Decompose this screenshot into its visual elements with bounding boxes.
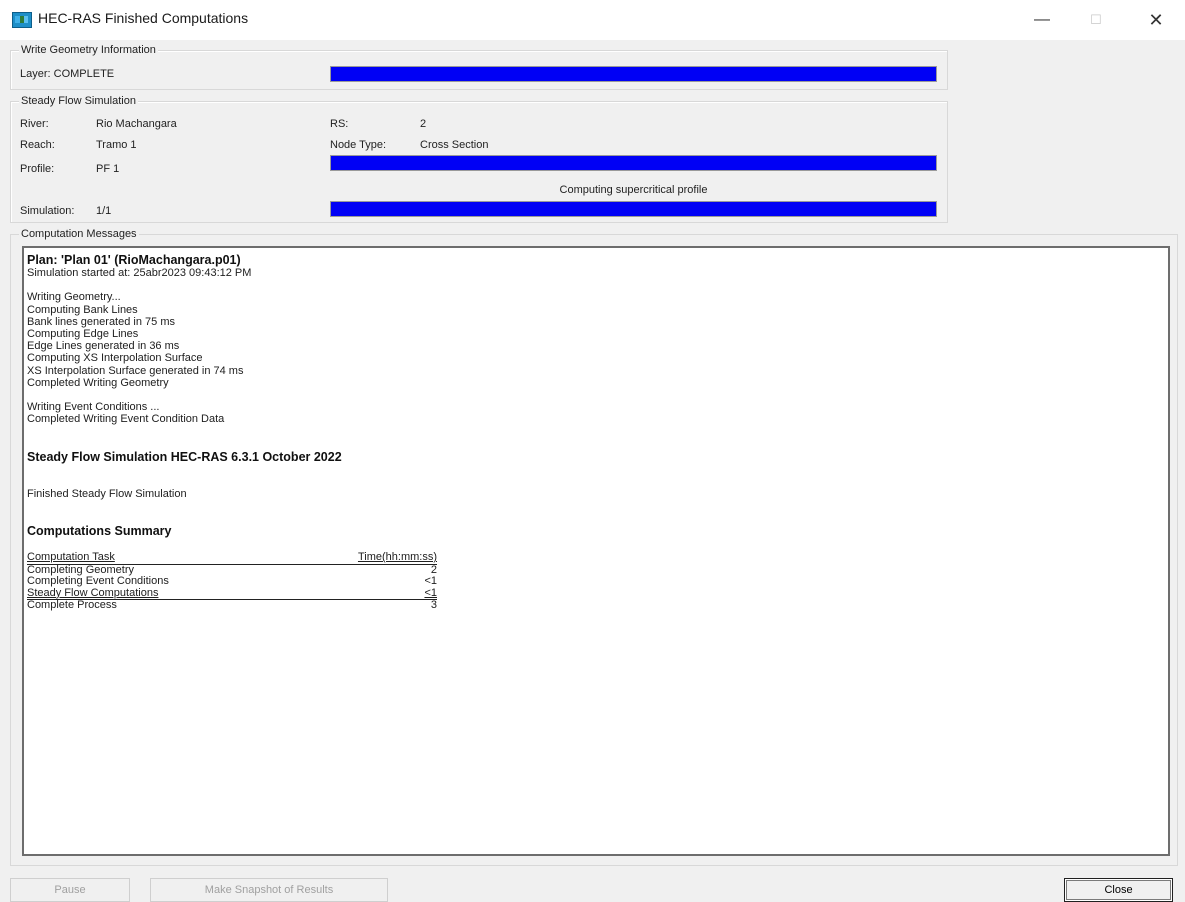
make-snapshot-button[interactable]: Make Snapshot of Results <box>150 878 388 902</box>
geometry-message-lines: Writing Geometry... Computing Bank Lines B… <box>27 291 1165 389</box>
close-window-button[interactable]: ✕ <box>1136 8 1176 32</box>
reach-label: Reach: <box>20 139 55 151</box>
node-type-label: Node Type: <box>330 139 387 151</box>
hec-ras-app-icon <box>12 12 32 28</box>
simulation-value: 1/1 <box>96 205 112 217</box>
event-message-lines: Writing Event Conditions ... Completed Wr… <box>27 401 1165 425</box>
geometry-message-line: Computing Bank Lines <box>27 303 138 316</box>
geometry-progress-fill <box>331 67 936 81</box>
geometry-message-line: Completed Writing Geometry <box>27 376 169 389</box>
steady-flow-heading: Steady Flow Simulation HEC-RAS 6.3.1 Oct… <box>27 449 342 464</box>
summary-header-row: Computation Task Time(hh:mm:ss) <box>27 551 437 565</box>
summary-col-task: Computation Task <box>27 551 337 565</box>
profile-label: Profile: <box>20 163 55 175</box>
title-bar: HEC-RAS Finished Computations — ☐ ✕ <box>0 0 1185 40</box>
rs-label: RS: <box>330 118 349 130</box>
event-message-line: Writing Event Conditions ... <box>27 401 160 414</box>
summary-row: Complete Process 3 <box>27 600 437 612</box>
geometry-message-line: Writing Geometry... <box>27 291 121 304</box>
event-message-line: Completed Writing Event Condition Data <box>27 413 225 426</box>
computation-messages-textbox[interactable]: Plan: 'Plan 01' (RioMachangara.p01) Simu… <box>22 246 1170 856</box>
summary-task-cell: Steady Flow Computations <box>27 587 337 601</box>
computation-status-text: Computing supercritical profile <box>559 184 708 196</box>
plan-heading: Plan: 'Plan 01' (RioMachangara.p01) <box>27 253 241 267</box>
profile-progress-fill <box>331 156 936 170</box>
geometry-group-legend: Write Geometry Information <box>19 44 158 56</box>
steady-flow-group-legend: Steady Flow Simulation <box>19 95 138 107</box>
geometry-message-line: Computing Edge Lines <box>27 328 139 340</box>
simulation-label: Simulation: <box>20 205 75 217</box>
close-button[interactable]: Close <box>1064 878 1173 902</box>
computation-messages-legend: Computation Messages <box>19 228 139 240</box>
computations-summary-heading: Computations Summary <box>27 523 172 538</box>
simulation-started-line: Simulation started at: 25abr2023 09:43:1… <box>27 267 252 279</box>
summary-col-time: Time(hh:mm:ss) <box>337 551 437 565</box>
summary-row: Steady Flow Computations <1 <box>27 587 437 601</box>
finished-line: Finished Steady Flow Simulation <box>27 487 187 500</box>
geometry-message-line: Edge Lines generated in 36 ms <box>27 340 180 353</box>
summary-time-cell: 2 <box>430 563 437 576</box>
river-label: River: <box>20 118 49 130</box>
window-title: HEC-RAS Finished Computations <box>38 10 249 26</box>
simulation-progress-fill <box>331 202 936 216</box>
simulation-progress-bar <box>330 201 937 217</box>
profile-progress-bar <box>330 155 937 171</box>
rs-value: 2 <box>420 118 427 130</box>
reach-value: Tramo 1 <box>96 139 137 151</box>
profile-value: PF 1 <box>96 163 120 175</box>
geometry-message-line: Bank lines generated in 75 ms <box>27 315 175 328</box>
summary-time-cell: 3 <box>430 599 437 612</box>
minimize-button[interactable]: — <box>1022 8 1062 32</box>
maximize-button: ☐ <box>1090 12 1102 27</box>
geometry-message-line: Computing XS Interpolation Surface <box>27 352 203 365</box>
geometry-message-line: XS Interpolation Surface generated in 74… <box>27 364 244 377</box>
computations-summary-table: Computation Task Time(hh:mm:ss) Completi… <box>27 551 437 612</box>
pause-button[interactable]: Pause <box>10 878 130 902</box>
river-value: Rio Machangara <box>96 118 177 130</box>
summary-time-cell: <1 <box>337 587 437 601</box>
node-type-value: Cross Section <box>420 139 489 151</box>
summary-task-cell: Complete Process <box>27 599 117 612</box>
summary-time-cell: <1 <box>424 575 437 588</box>
layer-status-label: Layer: COMPLETE <box>20 68 115 80</box>
geometry-progress-bar <box>330 66 937 82</box>
